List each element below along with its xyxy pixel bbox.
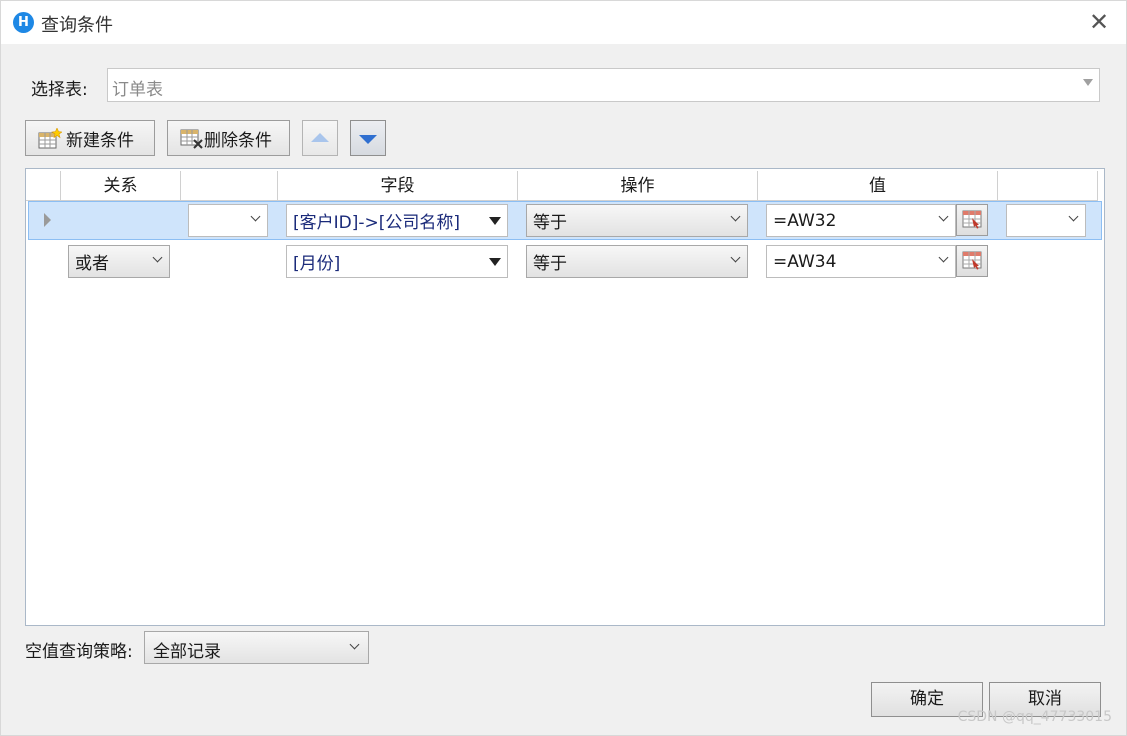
operation-value: 等于: [533, 213, 567, 233]
left-paren-select[interactable]: [188, 204, 268, 237]
title-bar: H 查询条件 ✕: [0, 0, 1127, 44]
header-right-paren: [998, 171, 1098, 201]
operation-select[interactable]: 等于: [526, 245, 748, 278]
field-select[interactable]: [月份]: [286, 245, 508, 278]
field-value: [月份]: [293, 254, 341, 274]
new-condition-label: 新建条件: [66, 130, 134, 151]
move-up-button[interactable]: [302, 120, 338, 156]
arrow-down-icon: [359, 135, 377, 144]
field-value: [客户ID]->[公司名称]: [293, 213, 461, 233]
null-strategy-value: 全部记录: [153, 642, 221, 662]
new-condition-button[interactable]: 新建条件: [25, 120, 155, 156]
relation-value: 或者: [75, 254, 109, 274]
operation-value: 等于: [533, 254, 567, 274]
dialog-body: 选择表: 订单表 新建条件 删除条件 关系 字段 操作 值 [客户ID]->[公…: [0, 44, 1127, 736]
new-table-icon: [38, 127, 63, 149]
row-header-corner: [26, 171, 61, 201]
row-pointer-icon: [44, 213, 51, 227]
header-operation: 操作: [518, 171, 758, 201]
chevron-down-icon: [938, 211, 949, 222]
chevron-down-icon: [1068, 211, 1079, 222]
header-left-paren: [181, 171, 278, 201]
chevron-down-icon: [730, 252, 741, 263]
delete-condition-label: 删除条件: [204, 130, 272, 151]
chevron-down-icon: [938, 252, 949, 263]
table-select-value: 订单表: [112, 80, 163, 100]
chevron-down-icon: [730, 211, 741, 222]
value-text: =AW32: [773, 210, 837, 231]
app-logo-icon: H: [13, 12, 34, 33]
delete-condition-button[interactable]: 删除条件: [167, 120, 290, 156]
dropdown-arrow-icon: [489, 258, 501, 266]
dropdown-arrow-icon: [1083, 79, 1093, 86]
table-select[interactable]: 订单表: [107, 68, 1100, 102]
field-select[interactable]: [客户ID]->[公司名称]: [286, 204, 508, 237]
relation-select[interactable]: 或者: [68, 245, 170, 278]
cell-picker-button[interactable]: [956, 204, 988, 236]
chevron-down-icon: [152, 252, 163, 263]
watermark: CSDN @qq_47733015: [957, 709, 1112, 725]
cell-picker-button[interactable]: [956, 245, 988, 277]
header-relation: 关系: [61, 171, 181, 201]
null-strategy-select[interactable]: 全部记录: [144, 631, 369, 664]
conditions-grid: 关系 字段 操作 值 [客户ID]->[公司名称] 等于 =AW32 或者 [月…: [25, 168, 1105, 626]
value-input[interactable]: =AW34: [766, 245, 956, 278]
value-input[interactable]: =AW32: [766, 204, 956, 237]
move-down-button[interactable]: [350, 120, 386, 156]
sheet-picker-icon: [962, 251, 982, 270]
header-field: 字段: [278, 171, 518, 201]
operation-select[interactable]: 等于: [526, 204, 748, 237]
null-strategy-label: 空值查询策略:: [25, 642, 133, 662]
arrow-up-icon: [311, 133, 329, 142]
right-paren-select[interactable]: [1006, 204, 1086, 237]
dropdown-arrow-icon: [489, 217, 501, 225]
delete-table-icon: [180, 128, 203, 149]
select-table-label: 选择表:: [31, 80, 88, 100]
header-value: 值: [758, 171, 998, 201]
value-text: =AW34: [773, 251, 837, 272]
chevron-down-icon: [250, 211, 261, 222]
close-icon[interactable]: ✕: [1086, 9, 1112, 35]
window-title: 查询条件: [41, 15, 113, 36]
sheet-picker-icon: [962, 210, 982, 229]
chevron-down-icon: [349, 639, 360, 650]
